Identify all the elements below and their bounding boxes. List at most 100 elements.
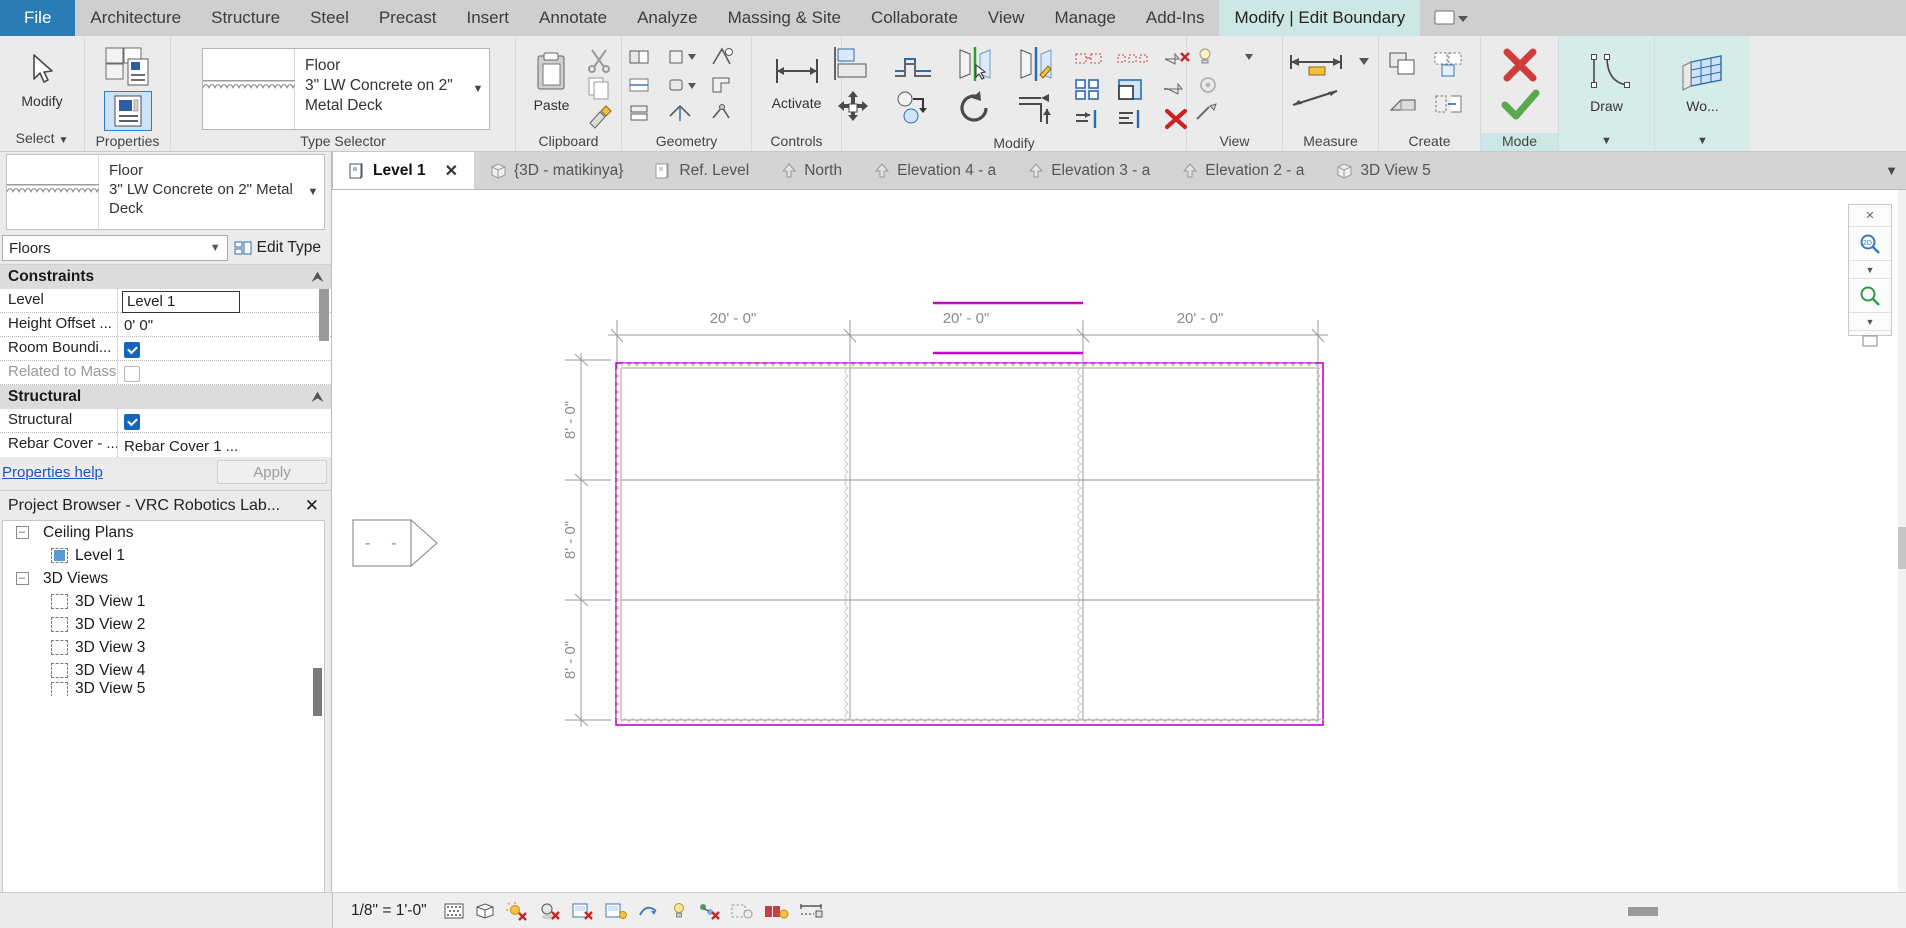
- nav-dropdown-button-2[interactable]: ▼: [1849, 313, 1891, 331]
- align-icon[interactable]: [830, 45, 888, 87]
- join-geometry-icon[interactable]: [627, 46, 665, 68]
- nav-more-button[interactable]: [1849, 331, 1891, 351]
- paste-button[interactable]: Paste: [524, 45, 580, 113]
- create-similar-icon[interactable]: [1386, 48, 1428, 80]
- split-face-icon[interactable]: [627, 74, 665, 96]
- linework-icon[interactable]: [1193, 102, 1233, 124]
- canvas-vertical-scrollbar[interactable]: [1898, 190, 1906, 892]
- visual-style-icon[interactable]: [474, 901, 496, 921]
- draw-button[interactable]: Draw: [1573, 46, 1641, 114]
- green-check-finish-icon[interactable]: [1497, 87, 1543, 123]
- chevron-down-icon[interactable]: ▼: [1885, 163, 1898, 178]
- attach-top-base-icon[interactable]: [627, 102, 665, 124]
- drawing-canvas[interactable]: - - 20' - 0" 20' - 0" 20' - 0" 8' - 0" 8…: [333, 190, 1906, 892]
- menu-item-annotate[interactable]: Annotate: [524, 0, 622, 36]
- properties-type-dropdown-icon[interactable]: ▼: [302, 155, 324, 229]
- close-icon[interactable]: ✕: [1865, 209, 1874, 222]
- type-selector-dropdown-icon[interactable]: ▼: [467, 49, 489, 129]
- menu-item-manage[interactable]: Manage: [1039, 0, 1130, 36]
- lightbulb-icon[interactable]: [670, 901, 688, 921]
- tree-node-3d-view-5[interactable]: 3D View 5: [3, 682, 324, 696]
- property-value-cell[interactable]: Level 1: [118, 289, 331, 313]
- move-icon[interactable]: [830, 89, 888, 131]
- chevron-down-icon[interactable]: ▼: [1697, 135, 1708, 147]
- tree-node-ceiling-plans[interactable]: – Ceiling Plans: [3, 521, 324, 544]
- rotate-icon[interactable]: [952, 89, 1010, 131]
- detail-level-icon[interactable]: [443, 901, 465, 921]
- show-crop-region-icon[interactable]: [637, 901, 661, 921]
- scale-icon[interactable]: [1073, 77, 1113, 105]
- tree-node-3d-view-1[interactable]: 3D View 1: [3, 590, 324, 613]
- panel-label-draw-dropdown[interactable]: ▼: [1559, 131, 1654, 151]
- reveal-hidden-icon[interactable]: [763, 901, 789, 921]
- edit-type-button[interactable]: Edit Type: [234, 239, 325, 257]
- tree-expander-wrap[interactable]: –: [13, 526, 31, 539]
- menu-item-architecture[interactable]: Architecture: [75, 0, 196, 36]
- render-dialog-off-icon[interactable]: [571, 901, 595, 921]
- analytical-model-off-icon[interactable]: [697, 901, 721, 921]
- menu-item-insert[interactable]: Insert: [451, 0, 524, 36]
- collapse-icon[interactable]: ⮝: [312, 269, 323, 285]
- copy-icon[interactable]: [584, 75, 614, 101]
- sun-path-off-icon[interactable]: [505, 901, 529, 921]
- hide-isolate-icon[interactable]: [730, 901, 754, 921]
- menu-item-view[interactable]: View: [973, 0, 1040, 36]
- chevron-down-icon[interactable]: ▼: [1866, 265, 1875, 275]
- cope-icon[interactable]: [709, 74, 747, 96]
- menu-item-modify-edit-boundary[interactable]: Modify | Edit Boundary: [1219, 0, 1421, 36]
- view-tab-elevation-3-a[interactable]: Elevation 3 - a: [1012, 152, 1166, 189]
- measure-between-references-icon[interactable]: [1285, 49, 1351, 77]
- close-icon[interactable]: ✕: [445, 161, 458, 181]
- view-tab-elevation-4-a[interactable]: Elevation 4 - a: [858, 152, 1012, 189]
- panel-label-work-plane-dropdown[interactable]: ▼: [1655, 131, 1750, 151]
- hidden-line-icon[interactable]: [1193, 74, 1233, 96]
- view-tab-level-1[interactable]: Level 1 ✕: [333, 152, 474, 189]
- tree-node-3d-view-3[interactable]: 3D View 3: [3, 636, 324, 659]
- tree-node-3d-view-2[interactable]: 3D View 2: [3, 613, 324, 636]
- view-tab-ref-level[interactable]: Ref. Level: [639, 152, 765, 189]
- properties-type-preview[interactable]: Floor 3" LW Concrete on 2" Metal Deck ▼: [6, 154, 325, 230]
- activate-button[interactable]: Activate: [763, 47, 831, 111]
- property-row-room-bounding[interactable]: Room Boundi...: [0, 337, 331, 361]
- cut-icon[interactable]: [584, 47, 614, 73]
- chevron-down-icon[interactable]: ▼: [1601, 135, 1612, 147]
- demolish-icon[interactable]: [709, 46, 747, 68]
- property-row-rebar-cover[interactable]: Rebar Cover - ... Rebar Cover 1 ...: [0, 433, 331, 457]
- menu-item-analyze[interactable]: Analyze: [622, 0, 712, 36]
- create-group-icon[interactable]: [1431, 48, 1473, 80]
- collapse-expander-icon[interactable]: –: [15, 572, 29, 585]
- room-bounding-checkbox[interactable]: [124, 341, 140, 358]
- measure-along-element-icon[interactable]: [1285, 85, 1351, 113]
- property-row-structural[interactable]: Structural: [0, 409, 331, 433]
- view-tab-3d-matikinya[interactable]: {3D - matikinya}: [474, 152, 639, 189]
- collapse-icon[interactable]: ⮝: [312, 389, 323, 405]
- view-navigation-widget[interactable]: ✕ 2D ▼ ▼: [1848, 204, 1892, 347]
- align-right-icon[interactable]: [1116, 107, 1156, 135]
- mirror-pick-axis-icon[interactable]: [952, 45, 1010, 87]
- menu-item-structure[interactable]: Structure: [196, 0, 295, 36]
- chevron-down-icon[interactable]: ▼: [1866, 317, 1875, 327]
- property-value-cell[interactable]: 0' 0": [118, 313, 331, 336]
- offset-icon[interactable]: [891, 45, 949, 87]
- match-type-icon[interactable]: [584, 103, 614, 129]
- properties-category-select[interactable]: Floors ▼: [2, 235, 228, 261]
- tree-node-3d-view-4[interactable]: 3D View 4: [3, 659, 324, 682]
- crop-view-icon[interactable]: [604, 901, 628, 921]
- menu-item-precast[interactable]: Precast: [364, 0, 452, 36]
- tree-node-3d-views[interactable]: – 3D Views: [3, 567, 324, 590]
- close-icon[interactable]: ✕: [301, 496, 323, 516]
- collapse-expander-icon[interactable]: –: [15, 526, 29, 539]
- property-value-cell[interactable]: [118, 337, 331, 360]
- paint-dropdown-icon[interactable]: [668, 74, 706, 96]
- mirror-draw-axis-icon[interactable]: [1013, 45, 1071, 87]
- view-tab-elevation-2-a[interactable]: Elevation 2 - a: [1166, 152, 1320, 189]
- array-radial-icon[interactable]: [1116, 47, 1156, 75]
- cut-geometry-dropdown-icon[interactable]: [668, 46, 706, 68]
- menu-item-file[interactable]: File: [0, 0, 76, 36]
- chevron-down-icon[interactable]: ▼: [210, 242, 221, 254]
- property-row-height-offset[interactable]: Height Offset ... 0' 0": [0, 313, 331, 337]
- view-dropdown-icon[interactable]: [1236, 46, 1276, 68]
- modify-button[interactable]: Modify: [8, 43, 76, 109]
- create-assembly-icon[interactable]: [1431, 88, 1473, 120]
- project-browser-vertical-scrollbar[interactable]: [313, 667, 322, 716]
